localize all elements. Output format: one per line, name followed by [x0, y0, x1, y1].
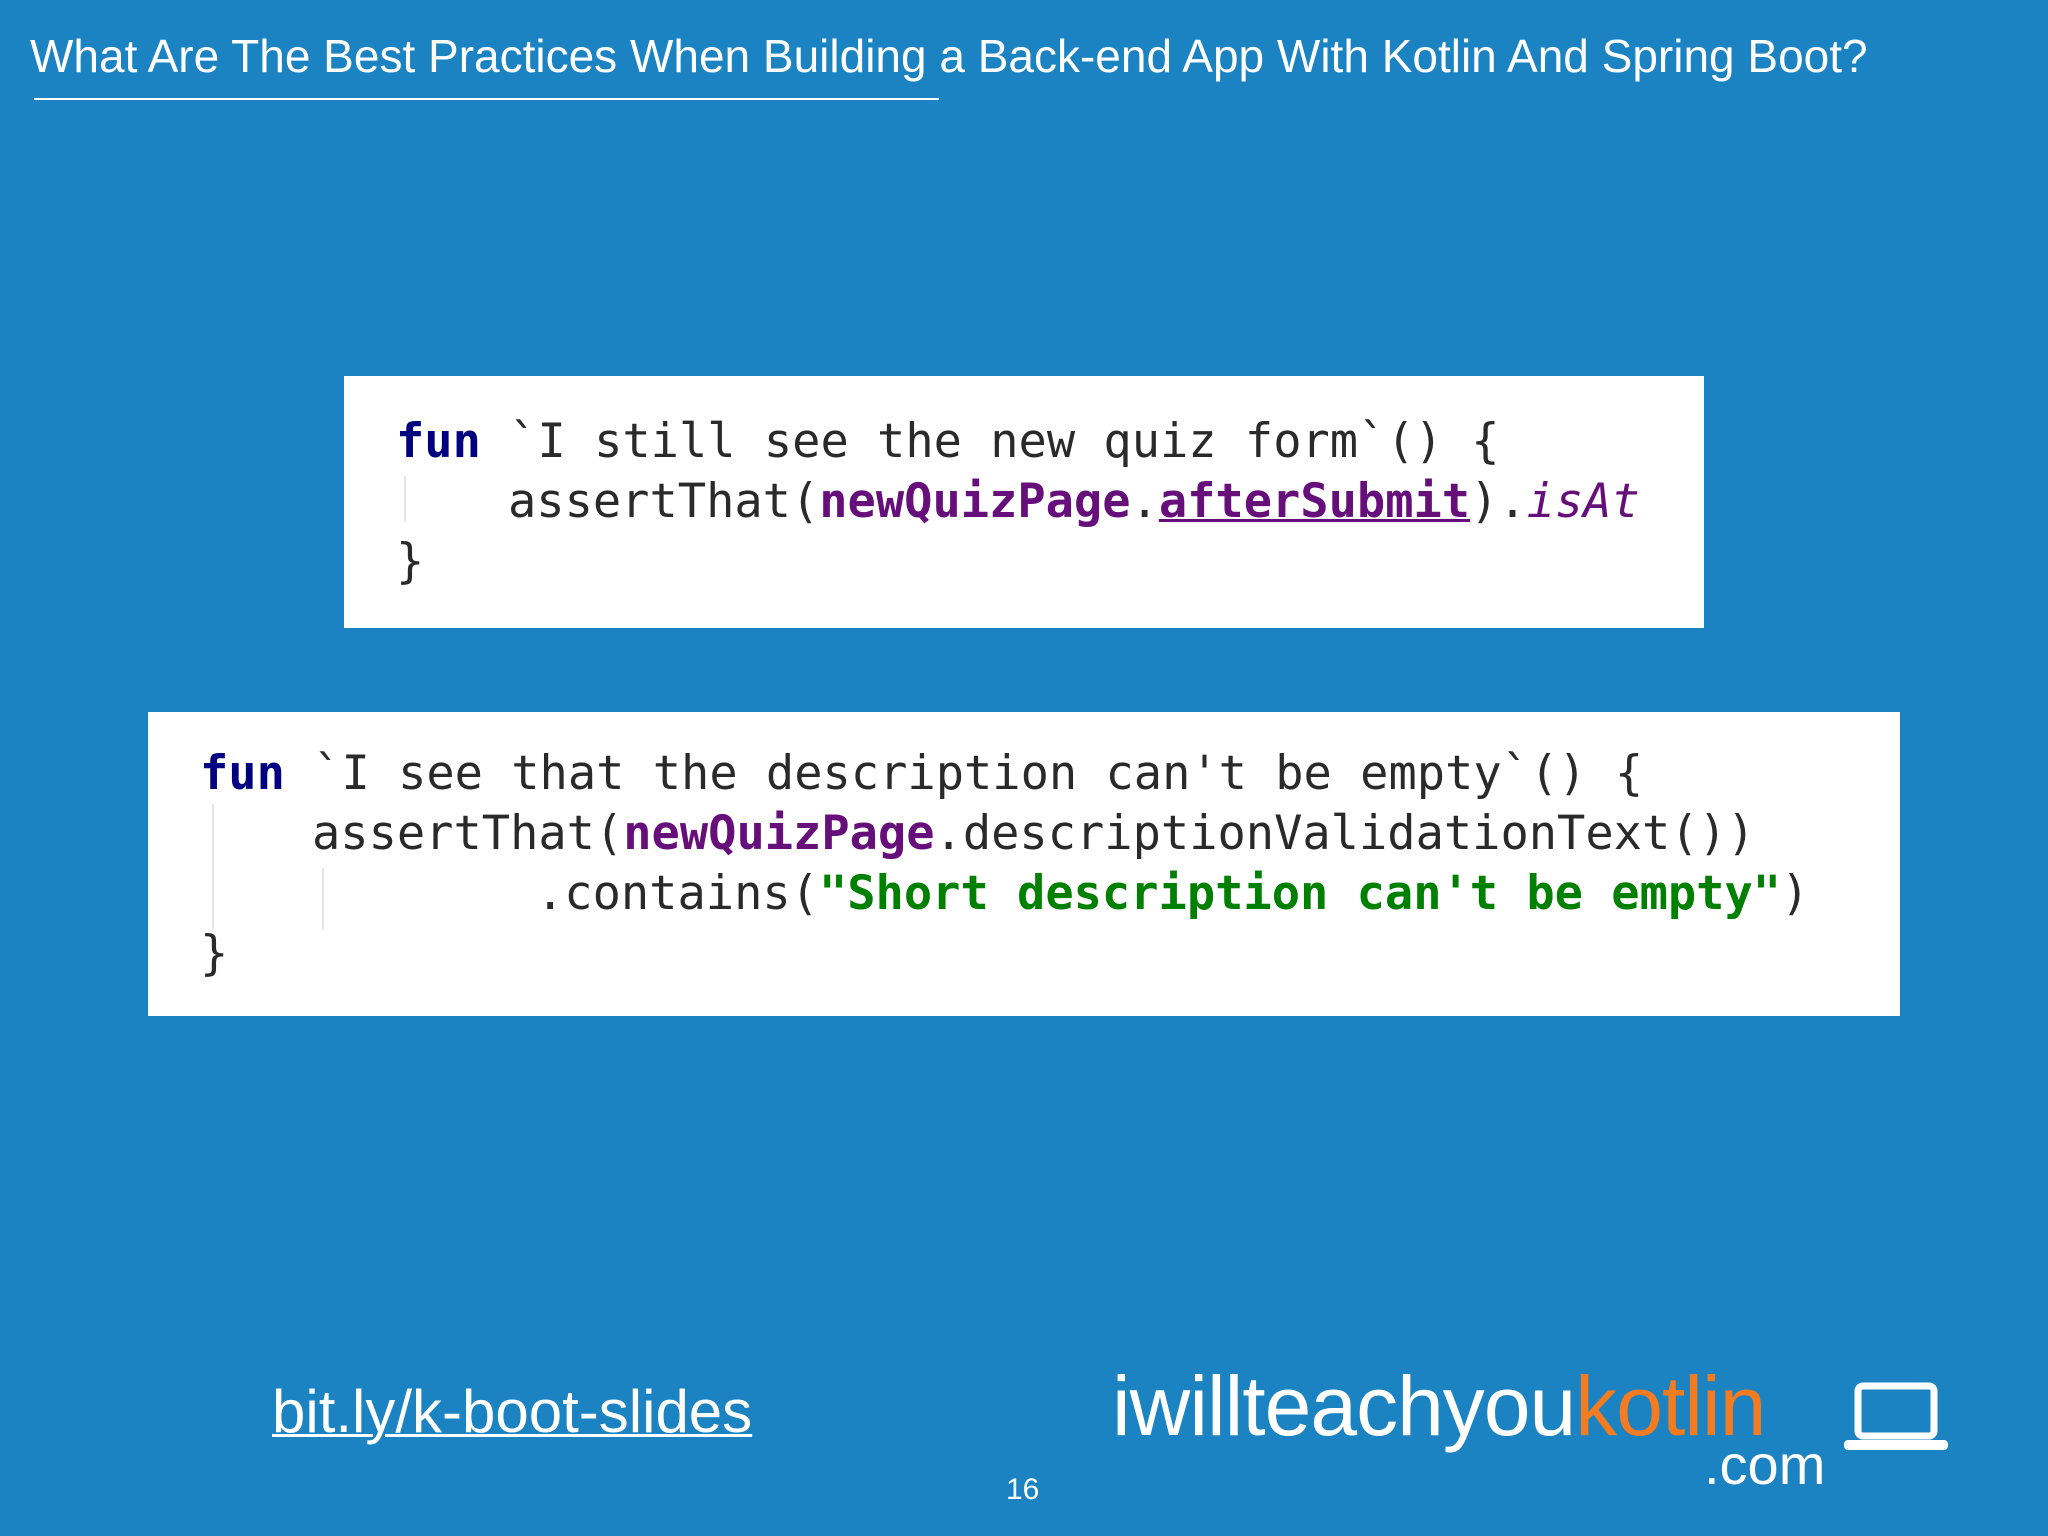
- logo-domain: .com: [1704, 1433, 1826, 1496]
- code-line-3: }: [396, 532, 424, 592]
- code-line-1: fun `I see that the description can't be…: [200, 744, 1643, 804]
- assert-call: assertThat(: [508, 474, 820, 529]
- dot: .: [1130, 474, 1159, 529]
- logo-text-primary: iwillteachyou: [1112, 1359, 1576, 1453]
- indent-guide: [212, 804, 214, 930]
- method-chain: .descriptionValidationText()): [934, 806, 1756, 861]
- string-literal: "Short description can't be empty": [818, 866, 1782, 921]
- title-underline: [34, 98, 939, 100]
- function-signature: `I see that the description can't be emp…: [284, 746, 1644, 801]
- closing-brace: }: [396, 534, 425, 589]
- indent-guide: [404, 476, 406, 522]
- assert-call: assertThat(: [312, 806, 624, 861]
- page-identifier: newQuizPage: [819, 474, 1131, 529]
- indent-guide: [322, 868, 324, 930]
- property-identifier: afterSubmit: [1158, 474, 1471, 529]
- brand-logo: iwillteachyoukotlin .com: [1112, 1356, 1952, 1496]
- keyword-fun: fun: [396, 414, 481, 469]
- method-call: isAt: [1526, 474, 1640, 529]
- function-signature: `I still see the new quiz form`() {: [480, 414, 1500, 469]
- call-close: ): [1781, 866, 1810, 921]
- laptop-icon: [1844, 1382, 1948, 1450]
- code-line-1: fun `I still see the new quiz form`() {: [396, 412, 1500, 472]
- code-snippet-2: fun `I see that the description can't be…: [148, 712, 1900, 1016]
- closing-brace: }: [200, 926, 229, 981]
- code-line-2: assertThat(newQuizPage.descriptionValida…: [312, 804, 1755, 864]
- call-close: ).: [1470, 474, 1527, 529]
- slides-link[interactable]: bit.ly/k-boot-slides: [272, 1376, 752, 1448]
- logo-wordmark: iwillteachyoukotlin: [1112, 1356, 1766, 1456]
- contains-call: .contains(: [536, 866, 819, 921]
- page-identifier: newQuizPage: [623, 806, 935, 861]
- slide-title: What Are The Best Practices When Buildin…: [30, 30, 1868, 82]
- code-line-4: }: [200, 924, 228, 984]
- keyword-fun: fun: [200, 746, 285, 801]
- code-snippet-1: fun `I still see the new quiz form`() { …: [344, 376, 1704, 628]
- code-line-2: assertThat(newQuizPage.afterSubmit).isAt: [508, 472, 1640, 532]
- code-line-3: .contains("Short description can't be em…: [536, 864, 1809, 924]
- page-number: 16: [1006, 1473, 1040, 1506]
